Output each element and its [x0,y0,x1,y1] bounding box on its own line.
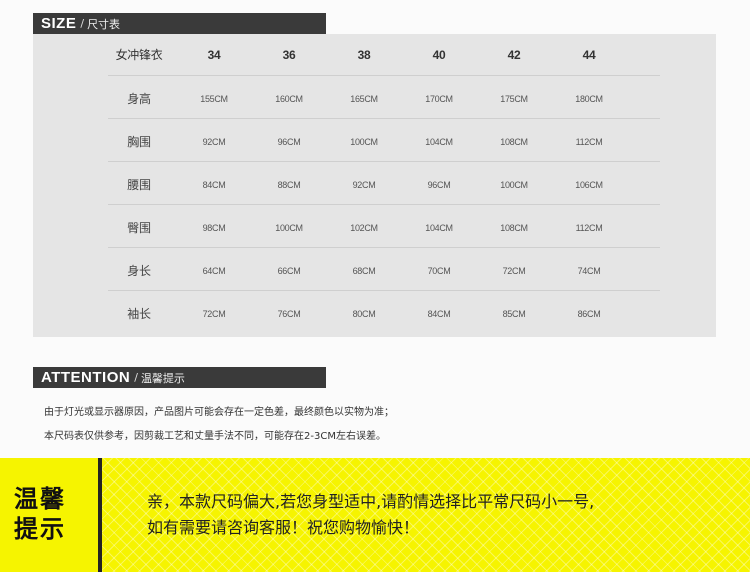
table-cell: 180CM [575,94,603,104]
notice-color-difference: 由于灯光或显示器原因，产品图片可能会存在一定色差，最终颜色以实物为准； [44,407,394,418]
table-row-label: 胸围 [127,135,151,149]
size-table-panel: 女冲锋衣 34 36 38 40 42 44 身高 155CM 160CM 165CM 170CM 17… [33,34,716,337]
notice-measurement-error: 本尺码表仅供参考，因剪裁工艺和丈量手法不同，可能存在2-3CM左右误差。 [44,431,386,442]
attention-section-subtitle: 温馨提示 [140,371,185,385]
tip-banner-line-1: 亲，本款尺码偏大,若您身型适中,请酌情选择比平常尺码小一号, [147,492,595,511]
table-cell: 160CM [275,94,303,104]
table-row-label: 身高 [127,92,151,106]
table-cell: 108CM [500,137,528,147]
tip-banner-title-block: 温馨 提示 [0,458,98,572]
attention-section-separator: / [134,371,138,384]
table-row-label: 身长 [127,264,151,278]
table-cell: 92CM [202,137,226,147]
table-row-divider [108,75,660,76]
table-row-label: 腰围 [127,178,151,192]
attention-section-header: ATTENTION / 温馨提示 [33,367,326,388]
table-row: 身高 155CM 160CM 165CM 170CM 175CM 180CM [33,89,716,109]
table-cell: 84CM [427,309,451,319]
table-cell: 76CM [277,309,301,319]
table-cell: 88CM [277,180,301,190]
table-row-label: 袖长 [127,307,151,321]
table-header-label: 女冲锋衣 [115,48,163,62]
table-cell: 175CM [500,94,528,104]
table-cell: 74CM [577,266,601,276]
tip-banner-divider [98,458,102,572]
table-header-row: 女冲锋衣 34 36 38 40 42 44 [33,45,716,65]
size-section-separator: / [80,17,85,30]
table-header-size: 44 [582,48,596,62]
table-row-label: 臀围 [127,221,151,235]
table-cell: 100CM [500,180,528,190]
table-cell: 72CM [502,266,526,276]
table-cell: 66CM [277,266,301,276]
table-cell: 112CM [575,223,603,233]
table-cell: 72CM [202,309,226,319]
table-cell: 80CM [352,309,376,319]
table-cell: 86CM [577,309,601,319]
table-cell: 84CM [202,180,226,190]
table-cell: 85CM [502,309,526,319]
table-row-divider [108,118,660,119]
table-header-size: 42 [507,48,521,62]
table-header-size: 38 [357,48,371,62]
table-row-divider [108,247,660,248]
table-cell: 165CM [350,94,378,104]
tip-banner-line-2: 如有需要请咨询客服！祝您购物愉快！ [147,518,420,537]
table-cell: 106CM [575,180,603,190]
table-header-size: 40 [432,48,446,62]
table-row-divider [108,290,660,291]
table-row: 身长 64CM 66CM 68CM 70CM 72CM 74CM [33,261,716,281]
table-cell: 96CM [277,137,301,147]
table-cell: 64CM [202,266,226,276]
table-cell: 98CM [202,223,226,233]
table-row: 袖长 72CM 76CM 80CM 84CM 85CM 86CM [33,304,716,324]
table-cell: 102CM [350,223,378,233]
table-cell: 112CM [575,137,603,147]
table-cell: 96CM [427,180,451,190]
size-section-subtitle: 尺寸表 [87,17,121,31]
table-cell: 170CM [425,94,453,104]
table-cell: 108CM [500,223,528,233]
table-cell: 92CM [352,180,376,190]
table-row-divider [108,161,660,162]
tip-banner: 温馨 提示 亲，本款尺码偏大,若您身型适中,请酌情选择比平常尺码小一号, 如有需… [0,458,750,572]
table-row-divider [108,204,660,205]
table-cell: 100CM [275,223,303,233]
size-section-header: SIZE / 尺寸表 [33,13,326,34]
table-header-size: 36 [282,48,296,62]
table-row: 腰围 84CM 88CM 92CM 96CM 100CM 106CM [33,175,716,195]
attention-section-title: ATTENTION [41,369,131,386]
table-cell: 70CM [427,266,451,276]
table-header-size: 34 [207,48,221,62]
size-section-title: SIZE [41,15,77,32]
table-cell: 68CM [352,266,376,276]
table-cell: 100CM [350,137,378,147]
tip-banner-title-line-1: 温馨 [14,485,66,513]
table-cell: 104CM [425,223,453,233]
tip-banner-title: 温馨 提示 [14,484,84,544]
table-row: 胸围 92CM 96CM 100CM 104CM 108CM 112CM [33,132,716,152]
table-cell: 104CM [425,137,453,147]
table-cell: 155CM [200,94,228,104]
tip-banner-title-line-2: 提示 [14,515,66,543]
table-row: 臀围 98CM 100CM 102CM 104CM 108CM 112CM [33,218,716,238]
